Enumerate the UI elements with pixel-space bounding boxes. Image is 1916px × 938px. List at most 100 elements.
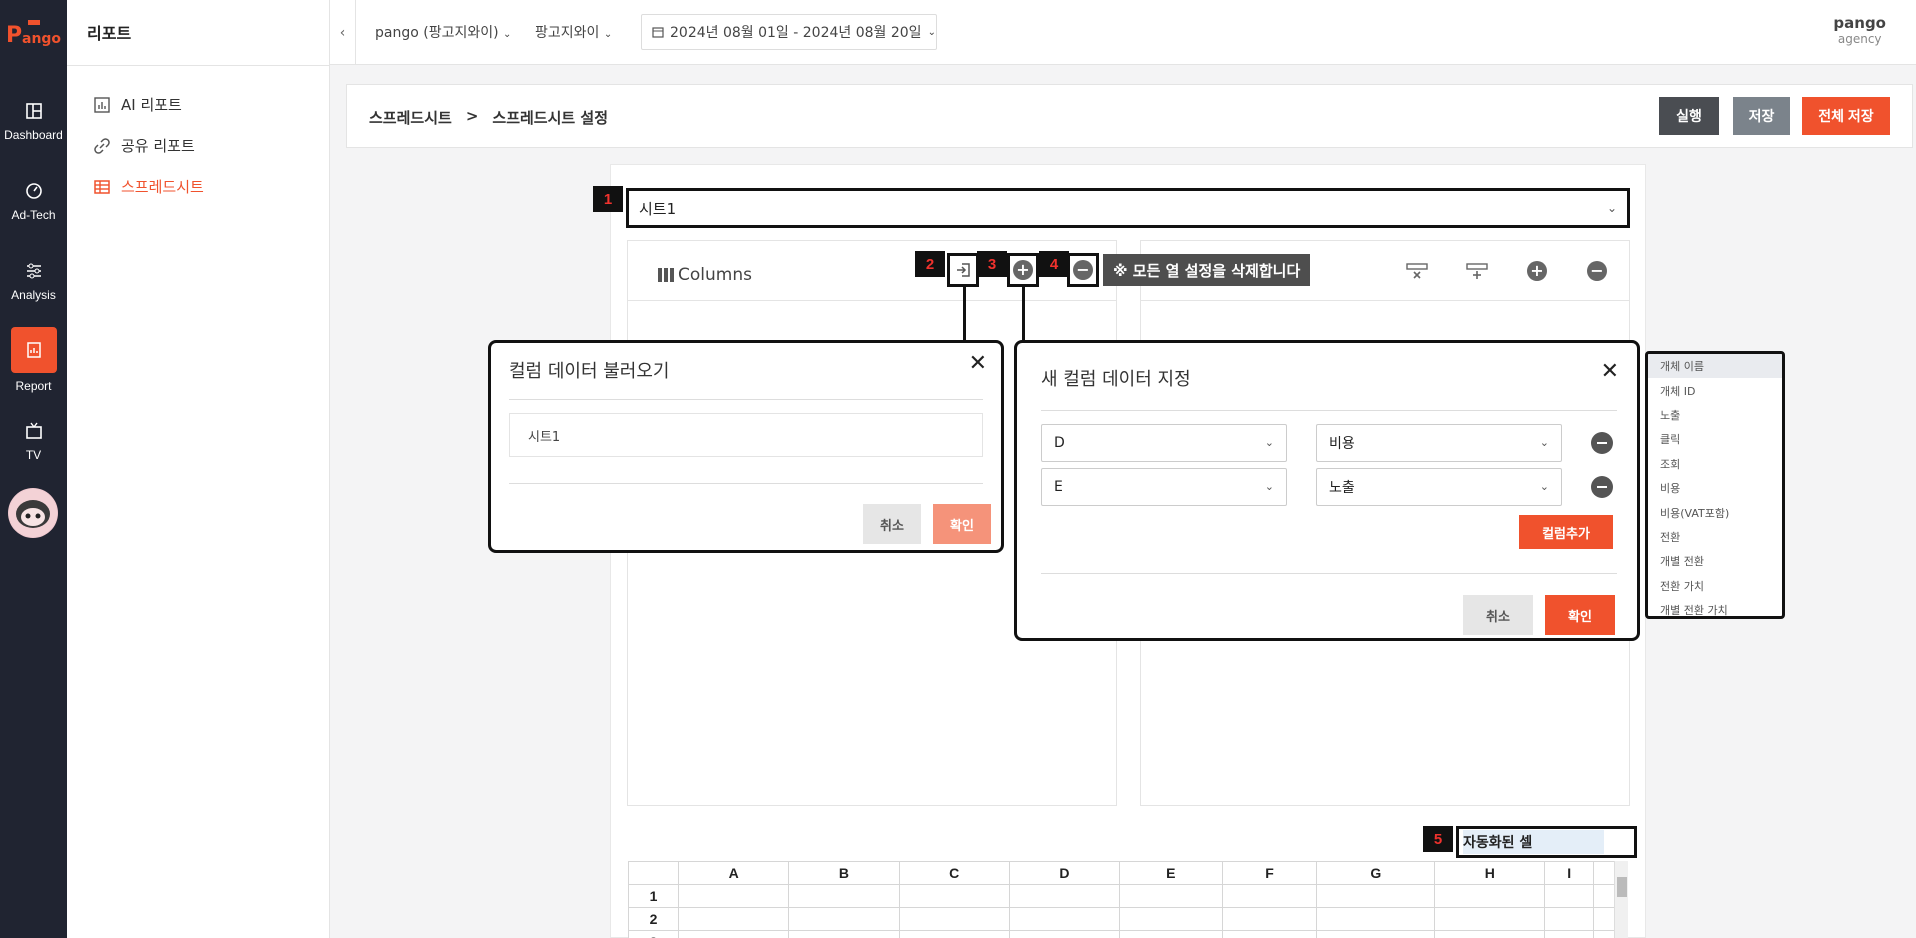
column-header[interactable]: I	[1544, 861, 1594, 885]
grid-cell[interactable]	[1119, 884, 1223, 908]
agency-sub: agency	[1837, 32, 1882, 46]
grid-cell[interactable]	[1221, 907, 1318, 931]
dialog-title: 컬럼 데이터 불러오기	[509, 361, 670, 382]
grid-cell[interactable]	[1316, 907, 1436, 931]
grid-cell[interactable]	[898, 907, 1010, 931]
confirm-button[interactable]: 확인	[1545, 595, 1615, 635]
metric-option[interactable]: 전환	[1648, 525, 1782, 549]
column-header[interactable]: F	[1221, 861, 1318, 885]
grid-cell[interactable]	[1008, 884, 1121, 908]
metric-option[interactable]: 전환 가치	[1648, 574, 1782, 598]
add-column-mapping-button[interactable]: 컬럼추가	[1519, 515, 1613, 549]
grid-cell[interactable]	[788, 884, 900, 908]
brand-dropdown[interactable]: 팡고지와이 ⌄	[535, 22, 612, 42]
link-icon	[94, 137, 110, 154]
metric-option[interactable]: 클릭	[1648, 427, 1782, 451]
cancel-button[interactable]: 취소	[1463, 595, 1533, 635]
rail-item-analysis[interactable]: Analysis	[0, 250, 67, 320]
grid-cell[interactable]	[1544, 907, 1594, 931]
grid-cell[interactable]	[1119, 930, 1223, 938]
rail-item-adtech[interactable]: Ad-Tech	[0, 170, 67, 240]
grid-scrollbar[interactable]	[1614, 861, 1628, 938]
grid-cell[interactable]	[898, 884, 1010, 908]
account-dropdown[interactable]: pango (팡고지와이) ⌄	[375, 22, 511, 42]
grid-cell[interactable]	[1544, 884, 1594, 908]
metric-option[interactable]: 비용(VAT포함)	[1648, 500, 1782, 524]
grid-cell[interactable]	[788, 907, 900, 931]
remove-mapping-button[interactable]	[1591, 476, 1613, 498]
grid-cell[interactable]	[1434, 930, 1546, 938]
grid-cell[interactable]	[1316, 884, 1436, 908]
column-header[interactable]: G	[1316, 861, 1436, 885]
sidebar-item-spreadsheet[interactable]: 스프레드시트	[93, 176, 204, 197]
sidebar-item-ai-report[interactable]: AI 리포트	[93, 94, 182, 115]
svg-text:ango: ango	[22, 31, 61, 46]
rail-item-report[interactable]: Report	[0, 327, 67, 397]
save-all-button[interactable]: 전체 저장	[1802, 97, 1890, 135]
column-header[interactable]: C	[898, 861, 1010, 885]
grid-cell[interactable]	[1008, 907, 1121, 931]
grid-cell[interactable]	[1544, 930, 1594, 938]
grid-cell[interactable]	[1434, 884, 1546, 908]
close-icon[interactable]: ✕	[969, 353, 987, 375]
metric-option[interactable]: 비용	[1648, 476, 1782, 500]
agency-badge[interactable]: pango agency	[1833, 14, 1886, 46]
column-header[interactable]: D	[1008, 861, 1121, 885]
sheet-source-field[interactable]: 시트1	[509, 413, 983, 457]
metric-select[interactable]: 노출 ⌄	[1316, 468, 1562, 506]
column-header[interactable]: A	[677, 861, 790, 885]
row-header[interactable]: 1	[628, 884, 679, 908]
grid-cell[interactable]	[898, 930, 1010, 938]
column-letter-select[interactable]: E ⌄	[1041, 468, 1287, 506]
metric-option[interactable]: 노출	[1648, 403, 1782, 427]
grid-cell[interactable]	[677, 907, 790, 931]
grid-cell[interactable]	[1316, 930, 1436, 938]
add-row-button[interactable]: +	[1524, 258, 1550, 284]
grid-cell[interactable]	[1008, 930, 1121, 938]
grid-cell[interactable]	[1119, 907, 1223, 931]
column-header[interactable]: E	[1119, 861, 1223, 885]
metric-option[interactable]: 개체 ID	[1648, 378, 1782, 402]
column-header[interactable]: H	[1434, 861, 1546, 885]
grid-cell[interactable]	[1221, 930, 1318, 938]
metric-option[interactable]: 조회	[1648, 452, 1782, 476]
save-button[interactable]: 저장	[1733, 97, 1790, 135]
delete-all-columns-button[interactable]: −	[1067, 253, 1099, 287]
remove-row-icon[interactable]	[1404, 258, 1430, 284]
plus-circle-icon: +	[1527, 261, 1547, 281]
rail-item-dashboard[interactable]: Dashboard	[0, 90, 67, 160]
metric-option[interactable]: 개체 이름	[1648, 354, 1782, 379]
metric-select[interactable]: 비용 ⌄	[1316, 424, 1562, 462]
avatar[interactable]	[8, 488, 58, 538]
callout-badge-1: 1	[593, 186, 623, 212]
add-column-button[interactable]: +	[1007, 253, 1039, 287]
remove-mapping-button[interactable]	[1591, 432, 1613, 454]
column-letter-select[interactable]: D ⌄	[1041, 424, 1287, 462]
date-range-picker[interactable]: 2024년 08월 01일 - 2024년 08월 20일 ⌄	[641, 14, 937, 50]
run-button[interactable]: 실행	[1659, 97, 1719, 135]
sidebar-item-shared-report[interactable]: 공유 리포트	[93, 135, 195, 156]
breadcrumb-root[interactable]: 스프레드시트	[369, 107, 452, 128]
sheet-select[interactable]: 시트1 ⌄	[626, 188, 1630, 228]
cancel-button[interactable]: 취소	[863, 504, 921, 544]
column-header[interactable]: B	[788, 861, 900, 885]
grid-cell[interactable]	[788, 930, 900, 938]
row-header[interactable]: 2	[628, 907, 679, 931]
scrollbar-thumb[interactable]	[1617, 877, 1627, 897]
metric-option[interactable]: 개별 전환 가치	[1648, 598, 1782, 616]
pango-logo[interactable]: P ango	[4, 16, 62, 46]
spreadsheet-grid: A B C D E F G H I 1 2 3	[628, 861, 1628, 938]
metric-option[interactable]: 개별 전환	[1648, 549, 1782, 573]
grid-cell[interactable]	[677, 884, 790, 908]
grid-cell[interactable]	[677, 930, 790, 938]
row-header[interactable]: 3	[628, 930, 679, 938]
grid-cell[interactable]	[1221, 884, 1318, 908]
remove-row-button[interactable]: −	[1584, 258, 1610, 284]
insert-row-icon[interactable]	[1464, 258, 1490, 284]
confirm-button[interactable]: 확인	[933, 504, 991, 544]
rail-item-tv[interactable]: TV	[0, 410, 67, 480]
import-column-button[interactable]	[947, 253, 979, 287]
close-icon[interactable]: ✕	[1601, 361, 1619, 383]
chevron-left-icon[interactable]: ‹	[330, 0, 356, 65]
grid-cell[interactable]	[1434, 907, 1546, 931]
